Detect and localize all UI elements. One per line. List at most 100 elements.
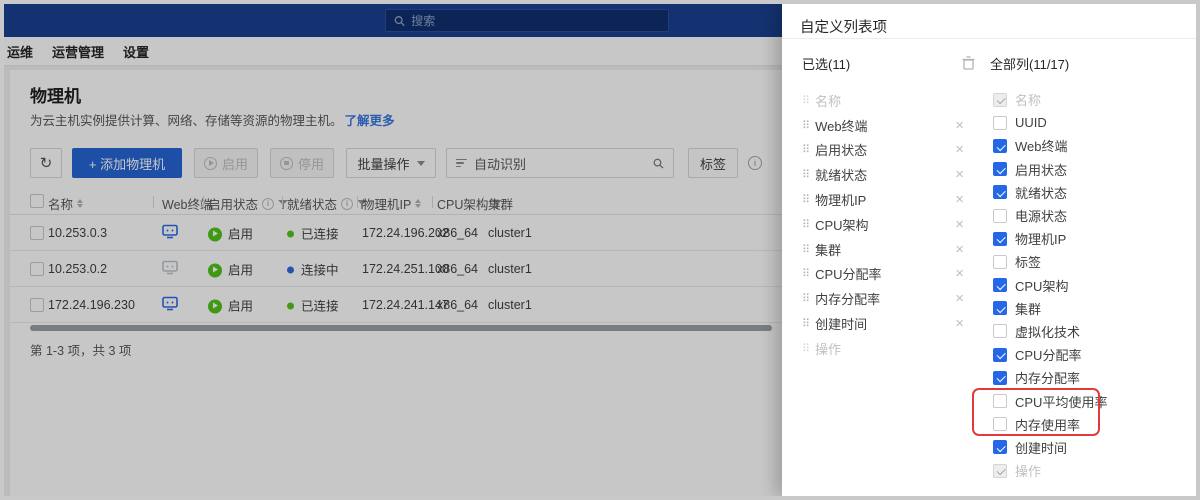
selected-columns-header: 已选(11) bbox=[802, 54, 850, 73]
drag-handle-icon[interactable]: ⠿ bbox=[802, 193, 808, 206]
remove-column-icon[interactable]: × bbox=[955, 266, 964, 281]
remove-column-icon[interactable]: × bbox=[955, 291, 964, 306]
selected-column-item: ⠿ 名称 bbox=[802, 88, 964, 113]
selected-column-item[interactable]: ⠿ CPU分配率 × bbox=[802, 262, 964, 287]
selected-column-label: CPU分配率 bbox=[815, 264, 955, 283]
column-checkbox-label: Web终端 bbox=[1015, 136, 1068, 155]
drag-handle-icon[interactable]: ⠿ bbox=[802, 168, 808, 181]
column-checkbox-label: 标签 bbox=[1015, 252, 1041, 271]
remove-column-icon[interactable]: × bbox=[955, 142, 964, 157]
selected-column-item: ⠿ 操作 bbox=[802, 336, 964, 361]
checkbox-unchecked-icon[interactable] bbox=[993, 255, 1007, 269]
selected-column-label: 操作 bbox=[815, 339, 964, 358]
column-checkbox-label: 创建时间 bbox=[1015, 438, 1067, 457]
selected-column-label: 创建时间 bbox=[815, 314, 955, 333]
column-checkbox-label: 启用状态 bbox=[1015, 160, 1067, 179]
checkbox-checked-icon[interactable] bbox=[993, 440, 1007, 454]
selected-column-item[interactable]: ⠿ 集群 × bbox=[802, 237, 964, 262]
selected-columns-list: ⠿ 名称 ⠿ Web终端 × ⠿ 启用状态 × ⠿ 就绪状态 × bbox=[802, 88, 964, 361]
column-checkbox-row[interactable]: 就绪状态 bbox=[993, 181, 1178, 204]
selected-column-label: 名称 bbox=[815, 91, 964, 110]
checkbox-unchecked-icon[interactable] bbox=[993, 116, 1007, 130]
screenshot-frame: 运维 运营管理 设置 物理机 为云主机实例提供计算、网络、存储等资源的物理主机。… bbox=[0, 0, 1200, 500]
selected-column-item[interactable]: ⠿ 启用状态 × bbox=[802, 138, 964, 163]
drag-handle-icon: ⠿ bbox=[802, 94, 808, 107]
drag-handle-icon[interactable]: ⠿ bbox=[802, 218, 808, 231]
remove-column-icon[interactable]: × bbox=[955, 242, 964, 257]
drag-handle-icon[interactable]: ⠿ bbox=[802, 292, 808, 305]
checkbox-checked-icon[interactable] bbox=[993, 185, 1007, 199]
remove-column-icon[interactable]: × bbox=[955, 118, 964, 133]
column-checkbox-row[interactable]: 内存分配率 bbox=[993, 366, 1178, 389]
checkbox-unchecked-icon[interactable] bbox=[993, 324, 1007, 338]
selected-column-item[interactable]: ⠿ 就绪状态 × bbox=[802, 162, 964, 187]
column-checkbox-label: CPU架构 bbox=[1015, 276, 1068, 295]
drag-handle-icon: ⠿ bbox=[802, 342, 808, 355]
selected-column-label: 就绪状态 bbox=[815, 165, 955, 184]
column-checkbox-row[interactable]: 电源状态 bbox=[993, 204, 1178, 227]
remove-column-icon[interactable]: × bbox=[955, 167, 964, 182]
column-checkbox-label: 物理机IP bbox=[1015, 229, 1066, 248]
selected-column-item[interactable]: ⠿ 内存分配率 × bbox=[802, 286, 964, 311]
checkbox-checked-icon[interactable] bbox=[993, 301, 1007, 315]
column-checkbox-row[interactable]: Web终端 bbox=[993, 134, 1178, 157]
divider bbox=[782, 38, 1196, 39]
column-checkbox-row[interactable]: 物理机IP bbox=[993, 227, 1178, 250]
app-window: 运维 运营管理 设置 物理机 为云主机实例提供计算、网络、存储等资源的物理主机。… bbox=[4, 4, 1196, 496]
column-checkbox-row[interactable]: 创建时间 bbox=[993, 436, 1178, 459]
trash-icon[interactable] bbox=[962, 56, 975, 73]
checkbox-checked-disabled-icon bbox=[993, 464, 1007, 478]
remove-column-icon[interactable]: × bbox=[955, 316, 964, 331]
drag-handle-icon[interactable]: ⠿ bbox=[802, 243, 808, 256]
drawer-mask-overlay[interactable] bbox=[4, 4, 782, 496]
selected-column-item[interactable]: ⠿ 创建时间 × bbox=[802, 311, 964, 336]
checkbox-unchecked-icon[interactable] bbox=[993, 394, 1007, 408]
column-checkbox-label: 集群 bbox=[1015, 299, 1041, 318]
selected-column-label: 集群 bbox=[815, 240, 955, 259]
selected-column-item[interactable]: ⠿ Web终端 × bbox=[802, 113, 964, 138]
column-checkbox-row-highlighted[interactable]: 内存使用率 bbox=[993, 413, 1178, 436]
customize-columns-drawer: 自定义列表项 已选(11) 全部列(11/17) ⠿ 名称 ⠿ Web终端 × bbox=[782, 4, 1196, 496]
drag-handle-icon[interactable]: ⠿ bbox=[802, 317, 808, 330]
checkbox-checked-icon[interactable] bbox=[993, 371, 1007, 385]
checkbox-unchecked-icon[interactable] bbox=[993, 417, 1007, 431]
checkbox-unchecked-icon[interactable] bbox=[993, 209, 1007, 223]
selected-column-label: 物理机IP bbox=[815, 190, 955, 209]
column-checkbox-label: 就绪状态 bbox=[1015, 183, 1067, 202]
remove-column-icon[interactable]: × bbox=[955, 217, 964, 232]
all-columns-list: 名称 UUID Web终端 启用状态 就绪状态 bbox=[993, 88, 1178, 482]
column-checkbox-row[interactable]: CPU分配率 bbox=[993, 343, 1178, 366]
drag-handle-icon[interactable]: ⠿ bbox=[802, 143, 808, 156]
column-checkbox-row[interactable]: 标签 bbox=[993, 250, 1178, 273]
drag-handle-icon[interactable]: ⠿ bbox=[802, 267, 808, 280]
selected-column-label: CPU架构 bbox=[815, 215, 955, 234]
column-checkbox-row[interactable]: 虚拟化技术 bbox=[993, 320, 1178, 343]
checkbox-checked-icon[interactable] bbox=[993, 139, 1007, 153]
column-checkbox-row[interactable]: CPU架构 bbox=[993, 274, 1178, 297]
remove-column-icon[interactable]: × bbox=[955, 192, 964, 207]
drag-handle-icon[interactable]: ⠿ bbox=[802, 119, 808, 132]
selected-column-item[interactable]: ⠿ CPU架构 × bbox=[802, 212, 964, 237]
column-checkbox-label: 电源状态 bbox=[1015, 206, 1067, 225]
column-checkbox-row[interactable]: 集群 bbox=[993, 297, 1178, 320]
checkbox-checked-icon[interactable] bbox=[993, 232, 1007, 246]
column-checkbox-row[interactable]: UUID bbox=[993, 111, 1178, 134]
drawer-title: 自定义列表项 bbox=[800, 16, 887, 37]
column-checkbox-label: CPU平均使用率 bbox=[1015, 392, 1107, 411]
column-checkbox-row: 名称 bbox=[993, 88, 1178, 111]
column-checkbox-label: 内存分配率 bbox=[1015, 368, 1080, 387]
checkbox-checked-icon[interactable] bbox=[993, 278, 1007, 292]
column-checkbox-label: 虚拟化技术 bbox=[1015, 322, 1080, 341]
column-checkbox-row: 操作 bbox=[993, 459, 1178, 482]
checkbox-checked-icon[interactable] bbox=[993, 348, 1007, 362]
checkbox-checked-icon[interactable] bbox=[993, 162, 1007, 176]
all-columns-header: 全部列(11/17) bbox=[990, 54, 1069, 73]
selected-column-item[interactable]: ⠿ 物理机IP × bbox=[802, 187, 964, 212]
checkbox-checked-disabled-icon bbox=[993, 93, 1007, 107]
column-checkbox-row[interactable]: 启用状态 bbox=[993, 158, 1178, 181]
column-checkbox-label: 操作 bbox=[1015, 461, 1041, 480]
column-checkbox-row-highlighted[interactable]: CPU平均使用率 bbox=[993, 389, 1178, 412]
selected-column-label: Web终端 bbox=[815, 116, 955, 135]
column-checkbox-label: CPU分配率 bbox=[1015, 345, 1081, 364]
column-checkbox-label: UUID bbox=[1015, 115, 1047, 130]
